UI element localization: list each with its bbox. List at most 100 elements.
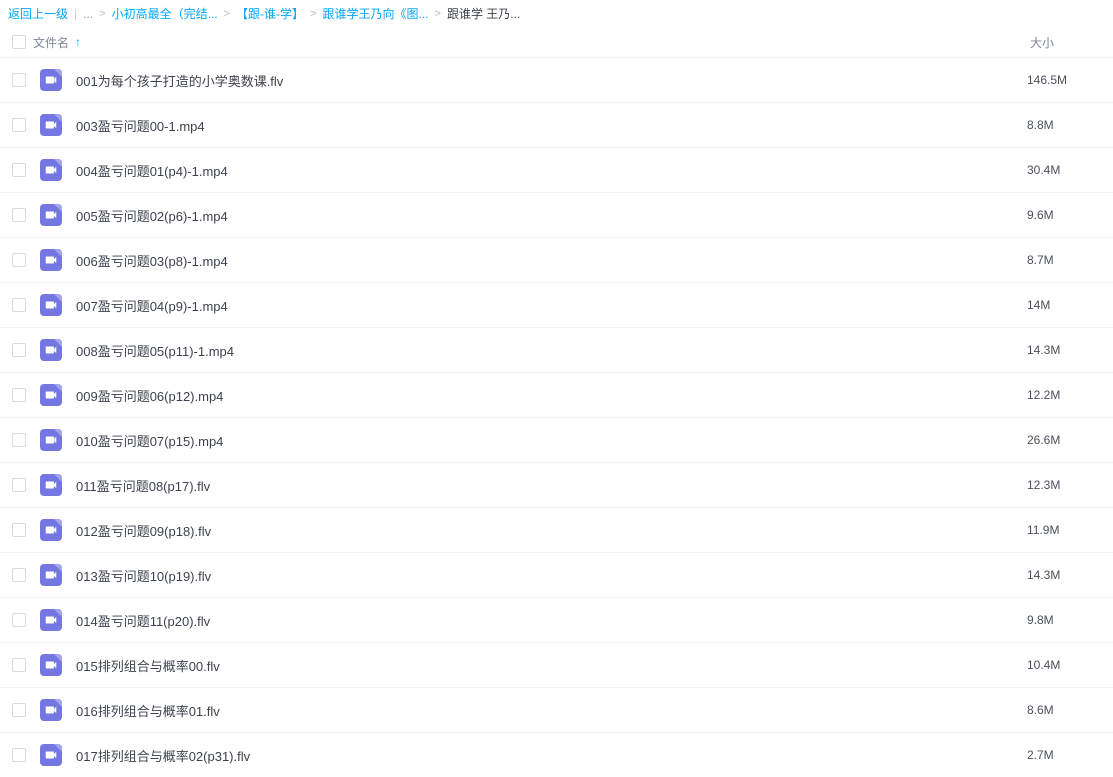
table-row[interactable]: 015排列组合与概率00.flv 10.4M [0, 642, 1113, 687]
file-name-link[interactable]: 011盈亏问题08(p17).flv [76, 476, 1027, 495]
file-name-link[interactable]: 012盈亏问题09(p18).flv [76, 521, 1027, 540]
video-file-icon [40, 69, 62, 91]
file-name-link[interactable]: 016排列组合与概率01.flv [76, 701, 1027, 720]
video-camera-glyph [44, 748, 58, 762]
file-name-link[interactable]: 013盈亏问题10(p19).flv [76, 566, 1027, 585]
file-name-link[interactable]: 001为每个孩子打造的小学奥数课.flv [76, 71, 1027, 90]
table-row[interactable]: 017排列组合与概率02(p31).flv 2.7M [0, 732, 1113, 777]
video-camera-glyph [44, 343, 58, 357]
file-name-link[interactable]: 015排列组合与概率00.flv [76, 656, 1027, 675]
file-name-link[interactable]: 006盈亏问题03(p8)-1.mp4 [76, 251, 1027, 270]
video-file-icon [40, 204, 62, 226]
table-row[interactable]: 008盈亏问题05(p11)-1.mp4 14.3M [0, 327, 1113, 372]
row-checkbox[interactable] [12, 748, 26, 762]
video-file-icon [40, 384, 62, 406]
table-row[interactable]: 013盈亏问题10(p19).flv 14.3M [0, 552, 1113, 597]
table-row[interactable]: 009盈亏问题06(p12).mp4 12.2M [0, 372, 1113, 417]
file-size: 14.3M [1027, 343, 1113, 357]
row-checkbox[interactable] [12, 523, 26, 537]
file-list: 001为每个孩子打造的小学奥数课.flv 146.5M 003盈亏问题00-1.… [0, 57, 1113, 777]
file-size: 12.2M [1027, 388, 1113, 402]
table-row[interactable]: 011盈亏问题08(p17).flv 12.3M [0, 462, 1113, 507]
file-name-link[interactable]: 008盈亏问题05(p11)-1.mp4 [76, 341, 1027, 360]
file-name-link[interactable]: 010盈亏问题07(p15).mp4 [76, 431, 1027, 450]
video-file-icon [40, 474, 62, 496]
file-name-link[interactable]: 007盈亏问题04(p9)-1.mp4 [76, 296, 1027, 315]
file-name-link[interactable]: 005盈亏问题02(p6)-1.mp4 [76, 206, 1027, 225]
file-size: 8.6M [1027, 703, 1113, 717]
video-file-icon [40, 159, 62, 181]
file-name-link[interactable]: 009盈亏问题06(p12).mp4 [76, 386, 1027, 405]
video-camera-glyph [44, 613, 58, 627]
breadcrumb-separator: > [99, 8, 105, 20]
row-checkbox[interactable] [12, 208, 26, 222]
video-file-icon [40, 114, 62, 136]
row-checkbox[interactable] [12, 433, 26, 447]
table-row[interactable]: 007盈亏问题04(p9)-1.mp4 14M [0, 282, 1113, 327]
file-size: 30.4M [1027, 163, 1113, 177]
sort-ascending-icon[interactable]: ↑ [75, 35, 81, 49]
file-size: 8.7M [1027, 253, 1113, 267]
column-header-size[interactable]: 大小 [1027, 34, 1113, 51]
row-checkbox[interactable] [12, 388, 26, 402]
breadcrumb-separator: > [435, 8, 441, 20]
table-row[interactable]: 006盈亏问题03(p8)-1.mp4 8.7M [0, 237, 1113, 282]
breadcrumb-item-2[interactable]: 【跟-谁-学】 [236, 5, 304, 22]
video-camera-glyph [44, 523, 58, 537]
row-checkbox[interactable] [12, 73, 26, 87]
breadcrumb-current-folder: 跟谁学 王乃... [447, 5, 520, 22]
video-file-icon [40, 744, 62, 766]
select-all-checkbox[interactable] [12, 35, 26, 49]
breadcrumb-separator: > [224, 8, 230, 20]
file-size: 10.4M [1027, 658, 1113, 672]
video-file-icon [40, 429, 62, 451]
table-row[interactable]: 001为每个孩子打造的小学奥数课.flv 146.5M [0, 57, 1113, 102]
video-camera-glyph [44, 208, 58, 222]
file-size: 8.8M [1027, 118, 1113, 132]
video-camera-glyph [44, 298, 58, 312]
video-file-icon [40, 249, 62, 271]
table-row[interactable]: 014盈亏问题11(p20).flv 9.8M [0, 597, 1113, 642]
table-row[interactable]: 016排列组合与概率01.flv 8.6M [0, 687, 1113, 732]
table-row[interactable]: 012盈亏问题09(p18).flv 11.9M [0, 507, 1113, 552]
file-size: 11.9M [1027, 523, 1113, 537]
column-header-filename[interactable]: 文件名 ↑ [33, 34, 81, 51]
row-checkbox[interactable] [12, 658, 26, 672]
video-camera-glyph [44, 478, 58, 492]
file-size: 146.5M [1027, 73, 1113, 87]
row-checkbox[interactable] [12, 118, 26, 132]
breadcrumb-collapsed-ellipsis[interactable]: ... [83, 7, 93, 21]
row-checkbox[interactable] [12, 568, 26, 582]
video-camera-glyph [44, 118, 58, 132]
video-file-icon [40, 609, 62, 631]
row-checkbox[interactable] [12, 613, 26, 627]
video-camera-glyph [44, 388, 58, 402]
table-row[interactable]: 003盈亏问题00-1.mp4 8.8M [0, 102, 1113, 147]
video-camera-glyph [44, 253, 58, 267]
file-name-link[interactable]: 014盈亏问题11(p20).flv [76, 611, 1027, 630]
file-size: 12.3M [1027, 478, 1113, 492]
row-checkbox[interactable] [12, 343, 26, 357]
row-checkbox[interactable] [12, 298, 26, 312]
file-name-link[interactable]: 003盈亏问题00-1.mp4 [76, 116, 1027, 135]
file-size: 26.6M [1027, 433, 1113, 447]
video-camera-glyph [44, 163, 58, 177]
breadcrumb-separator: > [310, 8, 316, 20]
table-row[interactable]: 010盈亏问题07(p15).mp4 26.6M [0, 417, 1113, 462]
table-row[interactable]: 005盈亏问题02(p6)-1.mp4 9.6M [0, 192, 1113, 237]
table-row[interactable]: 004盈亏问题01(p4)-1.mp4 30.4M [0, 147, 1113, 192]
column-header-filename-label: 文件名 [33, 34, 69, 51]
row-checkbox[interactable] [12, 478, 26, 492]
row-checkbox[interactable] [12, 163, 26, 177]
video-camera-glyph [44, 703, 58, 717]
row-checkbox[interactable] [12, 703, 26, 717]
breadcrumb-item-3[interactable]: 跟谁学王乃向《图... [322, 5, 428, 22]
video-file-icon [40, 294, 62, 316]
breadcrumb-item-1[interactable]: 小初高最全（完结... [112, 5, 218, 22]
file-name-link[interactable]: 017排列组合与概率02(p31).flv [76, 746, 1027, 765]
row-checkbox[interactable] [12, 253, 26, 267]
video-camera-glyph [44, 568, 58, 582]
video-camera-glyph [44, 433, 58, 447]
file-name-link[interactable]: 004盈亏问题01(p4)-1.mp4 [76, 161, 1027, 180]
breadcrumb-back-link[interactable]: 返回上一级 [8, 5, 68, 22]
